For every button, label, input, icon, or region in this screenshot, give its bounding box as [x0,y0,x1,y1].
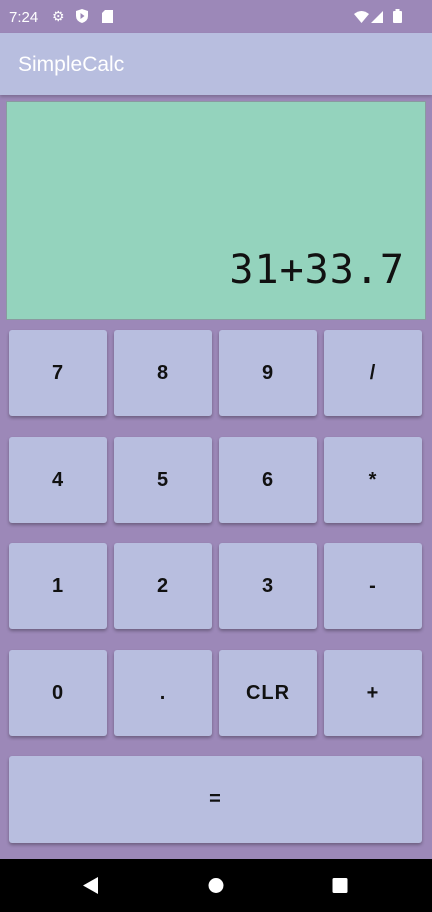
digit-4-button[interactable]: 4 [9,437,107,523]
back-icon[interactable] [83,877,99,899]
clear-button[interactable]: CLR [219,650,317,736]
calculator-display: 31+33.7 [6,101,426,320]
add-button[interactable]: + [324,650,422,736]
wifi-icon [354,10,369,26]
app-title: SimpleCalc [18,53,125,76]
sd-card-icon [102,10,113,26]
status-time: 7:24 [9,9,39,26]
equals-button[interactable]: = [9,756,422,843]
digit-7-button[interactable]: 7 [9,330,107,416]
digit-8-button[interactable]: 8 [114,330,212,416]
decimal-button[interactable]: . [114,650,212,736]
app-bar: SimpleCalc [0,33,432,95]
battery-icon [393,9,402,26]
signal-icon [371,10,383,26]
expression-text: 31+33.7 [229,247,405,293]
recents-icon[interactable] [332,877,348,899]
digit-9-button[interactable]: 9 [219,330,317,416]
digit-6-button[interactable]: 6 [219,437,317,523]
gear-icon: ⚙ [52,8,65,24]
subtract-button[interactable]: - [324,543,422,629]
shield-play-icon [76,9,88,26]
digit-2-button[interactable]: 2 [114,543,212,629]
digit-5-button[interactable]: 5 [114,437,212,523]
digit-3-button[interactable]: 3 [219,543,317,629]
navigation-bar [0,859,432,912]
digit-1-button[interactable]: 1 [9,543,107,629]
home-icon[interactable] [208,877,224,899]
multiply-button[interactable]: * [324,437,422,523]
status-bar: 7:24 ⚙ [0,0,432,33]
digit-0-button[interactable]: 0 [9,650,107,736]
divide-button[interactable]: / [324,330,422,416]
